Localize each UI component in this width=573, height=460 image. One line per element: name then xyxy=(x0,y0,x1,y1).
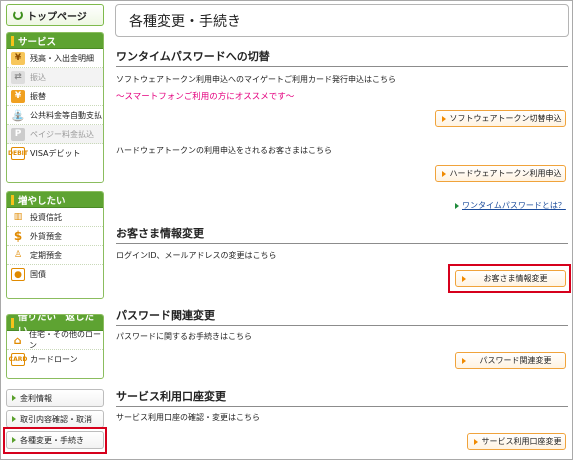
menu-item-label: 公共料金等自動支払 xyxy=(30,110,102,120)
sidebar: トップページ サービス ¥ 残高・入出金明細 ⇄ 振込 ¥ 振替 ⛲ 公共料金等自動支払… xyxy=(3,4,107,456)
otp-heading: ワンタイムパスワードへの切替 xyxy=(116,48,568,67)
menu-item-label: 振込 xyxy=(30,72,46,82)
arrow-right-icon xyxy=(474,439,478,445)
menu-item-label: VISAデビット xyxy=(30,149,81,158)
services-title: サービス xyxy=(18,36,57,48)
arrow-right-icon xyxy=(442,171,446,177)
menu-item-label: 投資信託 xyxy=(30,212,62,222)
menu-item-exchange[interactable]: ¥ 振替 xyxy=(7,87,103,106)
otp-promo-text: ～スマートフォンご利用の方にオススメです～ xyxy=(116,92,295,102)
borrow-menu: 借りたい 返したい ⌂ 住宅・その他のローン CARD カードローン xyxy=(6,314,104,379)
hardware-token-button[interactable]: ハードウェアトークン利用申込 xyxy=(435,165,566,182)
services-menu: サービス ¥ 残高・入出金明細 ⇄ 振込 ¥ 振替 ⛲ 公共料金等自動支払 P ペイジー料… xyxy=(6,32,104,183)
customer-info-desc: ログインID、メールアドレスの変更はこちら xyxy=(116,251,277,260)
menu-item-balance[interactable]: ¥ 残高・入出金明細 xyxy=(7,49,103,68)
password-desc: パスワードに関するお手続きはこちら xyxy=(116,332,252,341)
button-label: パスワード関連変更 xyxy=(479,356,552,365)
chart-icon: ▥ xyxy=(13,212,23,222)
menu-item-visa-debit[interactable]: DEBIT VISAデビット xyxy=(7,144,103,163)
increase-title: 増やしたい xyxy=(18,195,66,207)
software-token-button[interactable]: ソフトウェアトークン切替申込 xyxy=(435,110,566,127)
dollar-icon: $ xyxy=(13,229,23,243)
highlight-box xyxy=(448,264,571,293)
exchange-icon: ¥ xyxy=(11,89,25,103)
password-button[interactable]: パスワード関連変更 xyxy=(455,352,566,369)
menu-item-home-loan[interactable]: ⌂ 住宅・その他のローン xyxy=(7,330,103,350)
help-link-label: ワンタイムパスワードとは？ xyxy=(462,201,566,210)
customer-info-heading: お客さま情報変更 xyxy=(116,225,568,244)
button-label: サービス利用口座変更 xyxy=(481,437,562,446)
service-account-button[interactable]: サービス利用口座変更 xyxy=(467,433,566,450)
link-label: 取引内容確認・取消 xyxy=(20,414,92,424)
bond-icon: ● xyxy=(11,268,25,281)
menu-item-time-deposit[interactable]: ♙ 定期預金 xyxy=(7,246,103,265)
link-label: 金利情報 xyxy=(20,393,52,403)
menu-item-card-loan[interactable]: CARD カードローン xyxy=(7,350,103,369)
savings-icon: ♙ xyxy=(13,250,23,260)
house-icon: ⌂ xyxy=(13,333,22,347)
link-interest-rates[interactable]: 金利情報 xyxy=(6,389,104,407)
menu-item-label: 外貨預金 xyxy=(30,231,62,241)
otp-hardware-desc: ハードウェアトークンの利用申込をされるお客さまはこちら xyxy=(116,146,332,155)
menu-item-label: 振替 xyxy=(30,91,46,101)
service-account-desc: サービス利用口座の確認・変更はこちら xyxy=(116,413,260,422)
faucet-icon: ⛲ xyxy=(11,108,25,122)
arrow-right-icon xyxy=(12,395,16,401)
menu-item-bond[interactable]: ● 国債 xyxy=(7,265,103,284)
card-icon: DEBIT xyxy=(8,147,28,160)
services-header: サービス xyxy=(7,33,103,49)
menu-item-label: ペイジー料金払込 xyxy=(30,129,94,139)
menu-item-label: 残高・入出金明細 xyxy=(30,53,94,63)
menu-item-foreign-deposit[interactable]: $ 外貨預金 xyxy=(7,227,103,246)
top-page-label: トップページ xyxy=(27,11,87,23)
loan-card-icon: CARD xyxy=(9,353,27,366)
arrow-right-icon xyxy=(12,416,16,422)
password-heading: パスワード関連変更 xyxy=(116,307,568,326)
highlight-box xyxy=(3,427,107,454)
otp-help-link[interactable]: ワンタイムパスワードとは？ xyxy=(455,200,566,211)
link-transaction-confirm[interactable]: 取引内容確認・取消 xyxy=(6,410,104,428)
button-label: ハードウェアトークン利用申込 xyxy=(449,169,562,178)
refresh-icon xyxy=(13,10,23,20)
main-content: 各種変更・手続き ワンタイムパスワードへの切替 ソフトウェアトークン利用申込への… xyxy=(112,4,571,456)
arrow-right-icon xyxy=(462,358,466,364)
arrow-right-icon xyxy=(442,116,446,122)
menu-item-label: 定期預金 xyxy=(30,250,62,260)
otp-software-desc: ソフトウェアトークン利用申込へのマイゲートご利用カード発行申込はこちら xyxy=(116,75,396,84)
arrow-right-icon xyxy=(455,202,459,209)
page-title: 各種変更・手続き xyxy=(115,4,569,37)
transfer-icon: ⇄ xyxy=(11,70,25,84)
menu-item-transfer[interactable]: ⇄ 振込 xyxy=(7,68,103,87)
payeasy-icon: P xyxy=(11,127,25,141)
menu-item-label: 住宅・その他のローン xyxy=(29,330,102,350)
coins-icon: ¥ xyxy=(11,51,25,65)
button-label: ソフトウェアトークン切替申込 xyxy=(449,114,562,123)
menu-item-label: 国債 xyxy=(30,270,46,279)
menu-item-label: カードローン xyxy=(30,355,78,364)
increase-menu: 増やしたい ▥ 投資信託 $ 外貨預金 ♙ 定期預金 ● 国債 xyxy=(6,191,104,299)
menu-item-investment[interactable]: ▥ 投資信託 xyxy=(7,208,103,227)
service-account-heading: サービス利用口座変更 xyxy=(116,388,568,407)
increase-header: 増やしたい xyxy=(7,192,103,208)
menu-item-payeasy[interactable]: P ペイジー料金払込 xyxy=(7,125,103,144)
top-page-button[interactable]: トップページ xyxy=(6,4,104,26)
menu-item-utility[interactable]: ⛲ 公共料金等自動支払 xyxy=(7,106,103,125)
